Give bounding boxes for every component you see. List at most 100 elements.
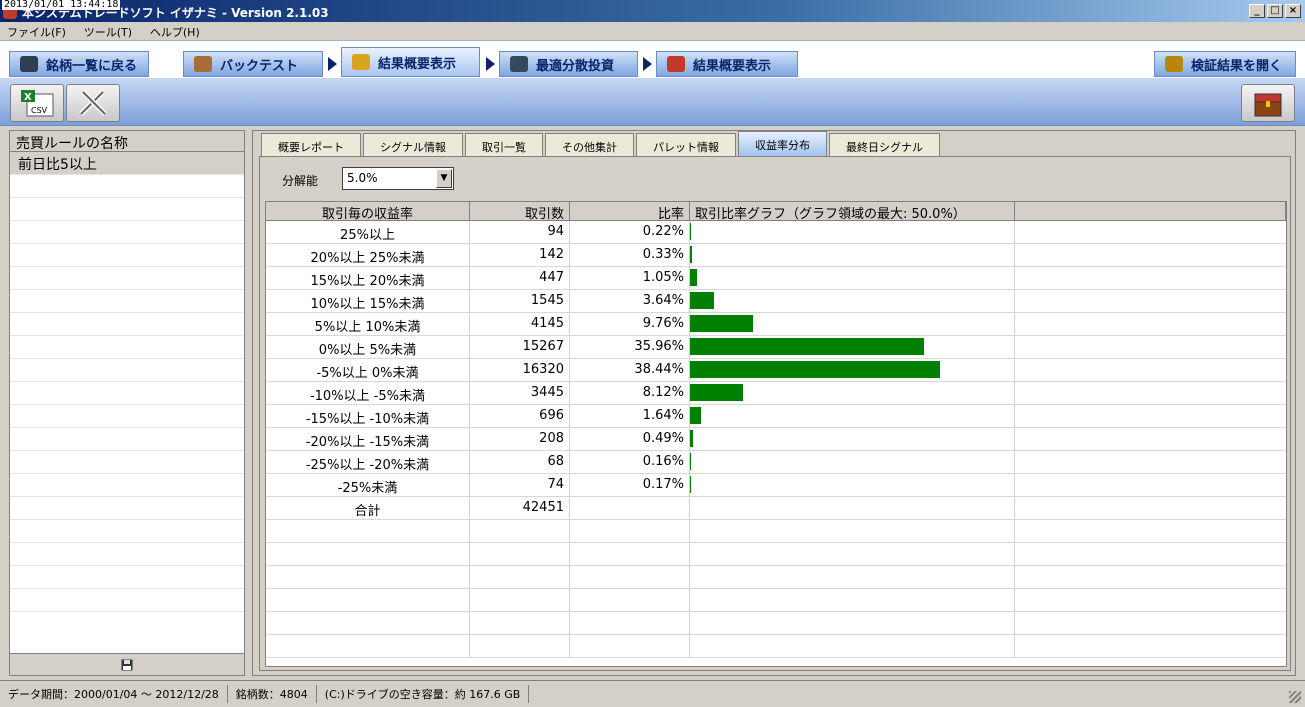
table-row[interactable]: 0%以上 5%未満 15267 35.96% xyxy=(266,336,1286,359)
tools-icon xyxy=(79,90,107,116)
table-row[interactable]: -5%以上 0%未満 16320 38.44% xyxy=(266,359,1286,382)
rule-list-empty-row xyxy=(10,566,244,589)
return-range-cell: 5%以上 10%未満 xyxy=(266,313,470,335)
nav-tab-stock-list[interactable]: 銘柄一覧に戻る xyxy=(9,51,149,77)
ratio-graph-cell xyxy=(690,221,1015,243)
calculator-icon xyxy=(510,56,528,72)
table-row[interactable]: -25%未満 74 0.17% xyxy=(266,474,1286,497)
table-row[interactable]: 15%以上 20%未満 447 1.05% xyxy=(266,267,1286,290)
total-row[interactable]: 合計 42451 xyxy=(266,497,1286,520)
tab-other-stats[interactable]: その他集計 xyxy=(545,133,634,157)
tab-trade-list[interactable]: 取引一覧 xyxy=(465,133,543,157)
rule-list-empty-row xyxy=(10,313,244,336)
tab-last-day-signal[interactable]: 最終日シグナル xyxy=(829,133,940,157)
ratio-cell: 3.64% xyxy=(570,290,690,312)
tab-signal-info[interactable]: シグナル情報 xyxy=(363,133,463,157)
return-range-cell: 25%以上 xyxy=(266,221,470,243)
empty-cell xyxy=(1015,520,1286,542)
ratio-graph-cell xyxy=(690,313,1015,335)
chevron-down-icon[interactable]: ▼ xyxy=(436,169,452,188)
ratio-bar xyxy=(690,384,743,401)
table-row[interactable]: -15%以上 -10%未満 696 1.64% xyxy=(266,405,1286,428)
empty-cell xyxy=(690,566,1015,588)
nav-tab-label: 検証結果を開く xyxy=(1191,58,1283,74)
menu-help[interactable]: ヘルプ(H) xyxy=(143,22,207,42)
rule-list-item[interactable]: 前日比5以上 xyxy=(10,152,244,175)
nav-tab-result-summary[interactable]: 結果概要表示 xyxy=(341,47,480,77)
empty-cell xyxy=(1015,405,1286,427)
table-row[interactable]: -20%以上 -15%未満 208 0.49% xyxy=(266,428,1286,451)
timestamp: 2013/01/01 13:44:18 xyxy=(2,0,121,10)
csv-export-button[interactable]: X CSV xyxy=(10,84,64,122)
trade-count-cell: 1545 xyxy=(470,290,570,312)
col-header-return-range[interactable]: 取引毎の収益率 xyxy=(266,202,470,220)
table-row[interactable]: 10%以上 15%未満 1545 3.64% xyxy=(266,290,1286,313)
return-range-cell: 15%以上 20%未満 xyxy=(266,267,470,289)
table-header-row: 取引毎の収益率 取引数 比率 取引比率グラフ（グラフ領域の最大: 50.0%） xyxy=(266,202,1286,221)
nav-tab-result-summary-2[interactable]: 結果概要表示 xyxy=(656,51,798,77)
settings-tools-button[interactable] xyxy=(66,84,120,122)
table-row[interactable]: 20%以上 25%未満 142 0.33% xyxy=(266,244,1286,267)
data-period-status: データ期間：2000/01/04 〜 2012/12/28 xyxy=(0,685,228,703)
menu-tools[interactable]: ツール(T) xyxy=(77,22,139,42)
rule-list-empty-row xyxy=(10,474,244,497)
open-results-button[interactable]: 検証結果を開く xyxy=(1154,51,1296,77)
floppy-disk-icon xyxy=(121,659,133,670)
empty-cell xyxy=(266,635,470,657)
menu-file[interactable]: ファイル(F) xyxy=(0,22,73,42)
toolbar: X CSV xyxy=(0,78,1305,126)
ratio-graph-cell xyxy=(690,359,1015,381)
total-label-cell: 合計 xyxy=(266,497,470,519)
minimize-button[interactable]: _ xyxy=(1249,4,1265,18)
empty-cell xyxy=(1015,428,1286,450)
ratio-bar xyxy=(690,430,693,447)
nav-tab-optimal-diversification[interactable]: 最適分散投資 xyxy=(499,51,638,77)
ratio-graph-cell xyxy=(690,382,1015,404)
empty-cell xyxy=(1015,267,1286,289)
empty-cell xyxy=(570,589,690,611)
trade-count-cell: 16320 xyxy=(470,359,570,381)
ratio-bar xyxy=(690,476,691,493)
empty-cell xyxy=(1015,612,1286,634)
open-results-icon xyxy=(1165,56,1183,72)
rule-list-empty-row xyxy=(10,244,244,267)
tab-return-distribution[interactable]: 収益率分布 xyxy=(738,131,827,157)
resize-grip[interactable] xyxy=(1289,691,1301,703)
col-header-ratio[interactable]: 比率 xyxy=(570,202,690,220)
col-header-trade-count[interactable]: 取引数 xyxy=(470,202,570,220)
main-panel: 概要レポート シグナル情報 取引一覧 その他集計 パレット情報 収益率分布 最終… xyxy=(252,130,1296,676)
empty-cell xyxy=(1015,589,1286,611)
disk-space-status: (C:)ドライブの空き容量：約 167.6 GB xyxy=(317,685,530,703)
ratio-bar xyxy=(690,269,697,286)
ratio-graph-cell xyxy=(690,290,1015,312)
symbol-count-status: 銘柄数：4804 xyxy=(228,685,317,703)
trade-count-cell: 208 xyxy=(470,428,570,450)
menu-bar: ファイル(F) ツール(T) ヘルプ(H) xyxy=(0,22,1305,40)
table-row[interactable]: 25%以上 94 0.22% xyxy=(266,221,1286,244)
table-empty-row xyxy=(266,543,1286,566)
ratio-cell: 0.22% xyxy=(570,221,690,243)
tab-palette-info[interactable]: パレット情報 xyxy=(636,133,736,157)
trade-count-cell: 94 xyxy=(470,221,570,243)
bar-chart-icon xyxy=(667,56,685,72)
status-bar: データ期間：2000/01/04 〜 2012/12/28 銘柄数：4804 (… xyxy=(0,680,1305,707)
trade-count-cell: 447 xyxy=(470,267,570,289)
return-range-cell: 10%以上 15%未満 xyxy=(266,290,470,312)
maximize-button[interactable]: □ xyxy=(1267,4,1283,18)
empty-cell xyxy=(1015,221,1286,243)
nav-tab-backtest[interactable]: バックテスト xyxy=(183,51,323,77)
save-results-button[interactable] xyxy=(1241,84,1295,122)
table-row[interactable]: -25%以上 -20%未満 68 0.16% xyxy=(266,451,1286,474)
tab-summary-report[interactable]: 概要レポート xyxy=(261,133,361,157)
resolution-select[interactable]: 5.0% ▼ xyxy=(342,167,454,190)
table-row[interactable]: 5%以上 10%未満 4145 9.76% xyxy=(266,313,1286,336)
save-rule-button[interactable] xyxy=(10,653,244,675)
trade-count-cell: 696 xyxy=(470,405,570,427)
trade-count-cell: 4145 xyxy=(470,313,570,335)
table-row[interactable]: -10%以上 -5%未満 3445 8.12% xyxy=(266,382,1286,405)
close-button[interactable]: × xyxy=(1285,4,1301,18)
excel-csv-icon: X CSV xyxy=(21,90,54,117)
return-range-cell: -25%未満 xyxy=(266,474,470,496)
return-distribution-body: 分解能 5.0% ▼ 取引毎の収益率 取引数 比率 取引比率グラフ（グラフ領域の… xyxy=(259,156,1291,671)
col-header-ratio-graph[interactable]: 取引比率グラフ（グラフ領域の最大: 50.0%） xyxy=(690,202,1015,220)
